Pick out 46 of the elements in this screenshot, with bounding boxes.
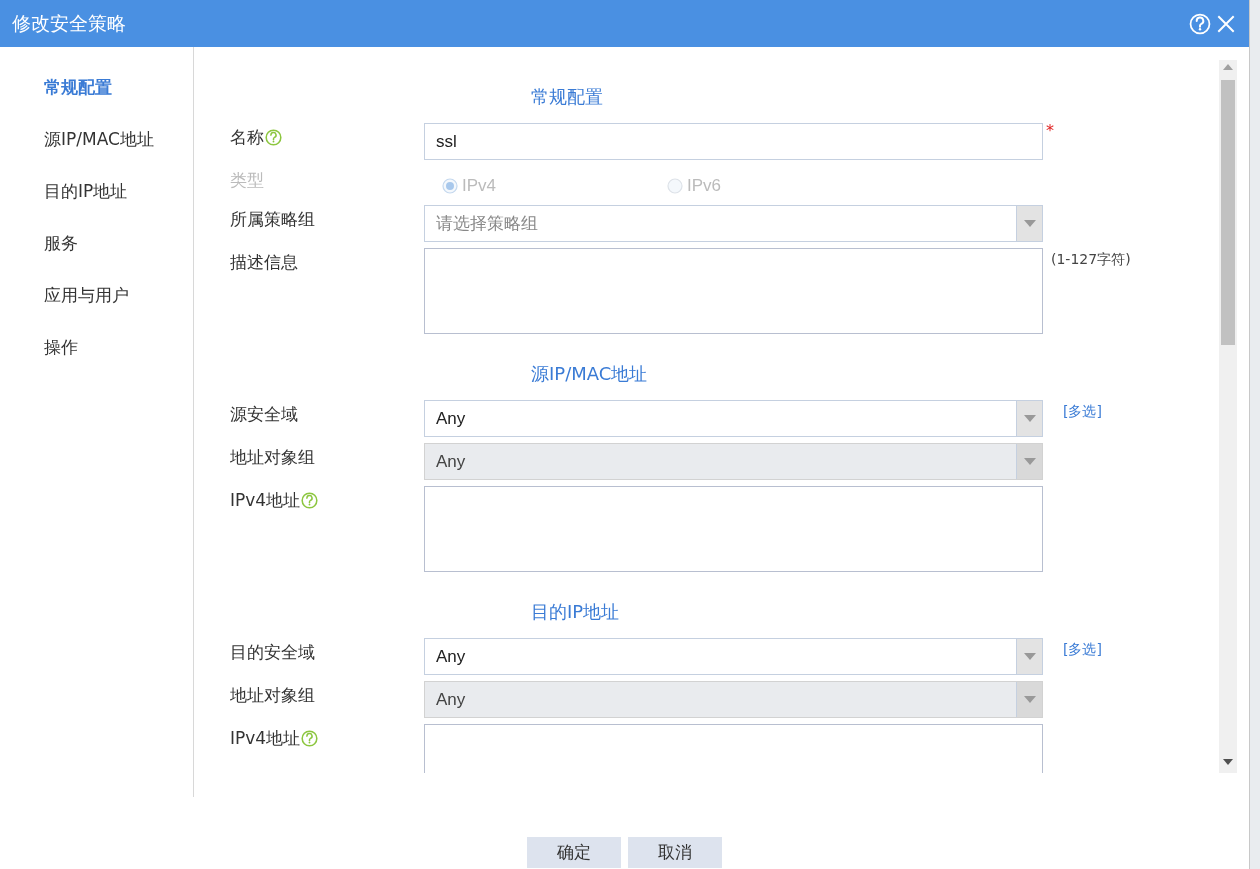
caret-icon <box>1023 696 1036 703</box>
caret-icon <box>1023 653 1036 660</box>
dialog-button[interactable]: 确定 <box>527 837 621 868</box>
text-area[interactable] <box>424 486 1043 572</box>
sidebar-item[interactable]: 操作 <box>0 335 193 387</box>
hint-text: (1-127字符) <box>1051 251 1131 269</box>
dialog-button[interactable]: 取消 <box>628 837 722 868</box>
field-label: 描述信息 <box>230 251 298 274</box>
radio-label: IPv4 <box>462 175 497 196</box>
help-icon[interactable] <box>265 129 282 146</box>
field-label: 类型 <box>230 169 264 192</box>
sidebar-item[interactable]: 应用与用户 <box>0 283 193 335</box>
sidebar-item[interactable]: 常规配置 <box>0 75 193 127</box>
field-label: 目的安全域 <box>230 641 315 664</box>
section-title: 目的IP地址 <box>531 600 621 624</box>
scroll-thumb[interactable] <box>1221 80 1235 345</box>
dropdown[interactable]: Any <box>424 400 1043 437</box>
field-label: 所属策略组 <box>230 208 315 231</box>
dropdown[interactable]: 请选择策略组 <box>424 205 1043 242</box>
caret-icon <box>1023 415 1036 422</box>
help-icon[interactable] <box>301 492 319 509</box>
multi-select-link[interactable]: [多选] <box>1063 641 1102 675</box>
sidebar-item[interactable]: 源IP/MAC地址 <box>0 127 193 179</box>
field-label: IPv4地址 <box>230 727 301 750</box>
sidebar-item[interactable]: 目的IP地址 <box>0 179 193 231</box>
scrollbar[interactable] <box>1219 60 1237 773</box>
section-title: 常规配置 <box>531 85 604 109</box>
scroll-up-icon[interactable] <box>1223 64 1233 70</box>
text-field[interactable]: ssl <box>424 123 1043 160</box>
required-mark: * <box>1046 123 1054 142</box>
scroll-down-icon[interactable] <box>1223 759 1233 765</box>
section-title: 源IP/MAC地址 <box>531 362 649 386</box>
field-label: 源安全域 <box>230 403 298 426</box>
radio-label: IPv6 <box>687 175 722 196</box>
caret-icon <box>1023 458 1036 465</box>
sidebar-item[interactable]: 服务 <box>0 231 193 283</box>
field-label: 名称 <box>230 126 264 149</box>
caret-icon <box>1023 220 1036 227</box>
window-title: 修改安全策略 <box>12 10 127 36</box>
multi-select-link[interactable]: [多选] <box>1063 403 1102 437</box>
field-label: 地址对象组 <box>230 684 315 707</box>
field-label: IPv4地址 <box>230 489 301 512</box>
dropdown[interactable]: Any <box>424 638 1043 675</box>
help-icon[interactable] <box>301 730 319 747</box>
text-area[interactable] <box>424 248 1043 334</box>
field-label: 地址对象组 <box>230 446 315 469</box>
